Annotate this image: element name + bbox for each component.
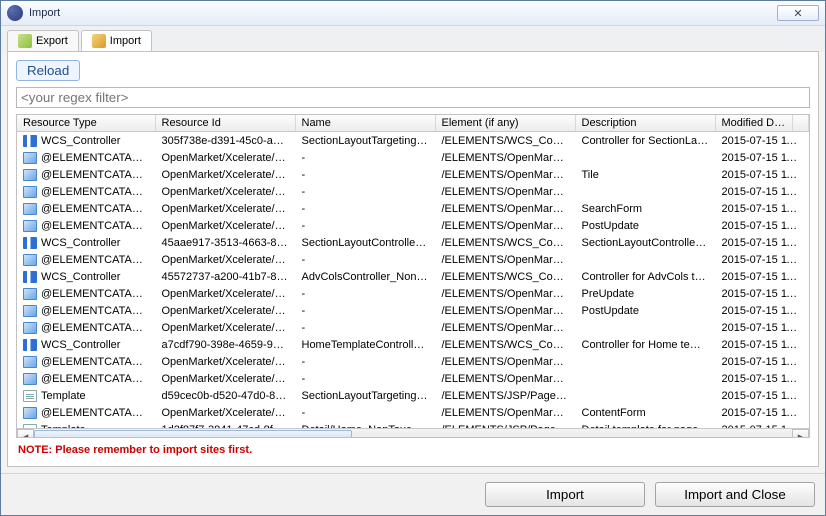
table-row[interactable]: @ELEMENTCATALOGOpenMarket/Xcelerate/Asse…: [17, 285, 809, 302]
table-row[interactable]: WCS_Controller45572737-a200-41b7-88b0-94…: [17, 268, 809, 285]
import-warning: NOTE: Please remember to import sites fi…: [16, 438, 810, 458]
table-row[interactable]: Templated59cec0b-d520-47d0-8541-f5745...…: [17, 387, 809, 404]
col-resource-id[interactable]: Resource Id: [155, 115, 295, 132]
resource-type-icon: [23, 407, 37, 419]
resource-type-icon: [23, 135, 37, 147]
table-row[interactable]: WCS_Controller45aae917-3513-4663-8270-ca…: [17, 234, 809, 251]
col-modified-date[interactable]: Modified Date▲: [715, 115, 793, 132]
scroll-track[interactable]: [34, 429, 792, 438]
resource-type-icon: [23, 373, 37, 385]
table-row[interactable]: @ELEMENTCATALOGOpenMarket/Xcelerate/Asse…: [17, 404, 809, 421]
resource-table: Resource Type Resource Id Name Element (…: [17, 115, 809, 428]
regex-filter-input[interactable]: [16, 87, 810, 108]
table-row[interactable]: @ELEMENTCATALOGOpenMarket/Xcelerate/Asse…: [17, 251, 809, 268]
col-element[interactable]: Element (if any): [435, 115, 575, 132]
tab-import-label: Import: [110, 35, 141, 47]
resource-type-icon: [23, 424, 37, 428]
table-row[interactable]: WCS_Controller305f738e-d391-45c0-a1e6-a7…: [17, 132, 809, 149]
window-title: Import: [29, 7, 777, 19]
tab-export[interactable]: Export: [7, 30, 79, 51]
export-icon: [18, 34, 32, 48]
import-button[interactable]: Import: [485, 482, 645, 507]
table-row[interactable]: Template1d2f87f7-3841-47cd-8f7b-4f9979e.…: [17, 421, 809, 428]
close-button[interactable]: ✕: [777, 5, 819, 21]
col-resource-type[interactable]: Resource Type: [17, 115, 155, 132]
tab-bar: Export Import: [1, 26, 825, 51]
resource-type-icon: [23, 169, 37, 181]
resource-type-icon: [23, 186, 37, 198]
scroll-spacer: [793, 115, 809, 132]
resource-table-wrap: Resource Type Resource Id Name Element (…: [16, 114, 810, 438]
resource-type-icon: [23, 271, 37, 283]
app-icon: [7, 5, 23, 21]
resource-table-body[interactable]: WCS_Controller305f738e-d391-45c0-a1e6-a7…: [17, 132, 809, 428]
table-row[interactable]: @ELEMENTCATALOGOpenMarket/Xcelerate/Asse…: [17, 200, 809, 217]
resource-type-icon: [23, 390, 37, 402]
tab-export-label: Export: [36, 35, 68, 47]
table-row[interactable]: @ELEMENTCATALOGOpenMarket/Xcelerate/Asse…: [17, 370, 809, 387]
resource-type-icon: [23, 254, 37, 266]
scroll-thumb[interactable]: [34, 430, 352, 438]
table-row[interactable]: @ELEMENTCATALOGOpenMarket/Xcelerate/Asse…: [17, 166, 809, 183]
resource-type-icon: [23, 339, 37, 351]
resource-type-icon: [23, 237, 37, 249]
table-row[interactable]: @ELEMENTCATALOGOpenMarket/Xcelerate/Asse…: [17, 149, 809, 166]
table-row[interactable]: WCS_Controllera7cdf790-398e-4659-9069-85…: [17, 336, 809, 353]
import-dialog: Import ✕ Export Import Reload Resource T…: [0, 0, 826, 516]
import-and-close-button[interactable]: Import and Close: [655, 482, 815, 507]
resource-type-icon: [23, 152, 37, 164]
table-row[interactable]: @ELEMENTCATALOGOpenMarket/Xcelerate/Asse…: [17, 353, 809, 370]
dialog-footer: Import Import and Close: [1, 473, 825, 515]
resource-type-icon: [23, 305, 37, 317]
resource-type-icon: [23, 322, 37, 334]
tab-import[interactable]: Import: [81, 30, 152, 51]
table-row[interactable]: @ELEMENTCATALOGOpenMarket/Xcelerate/Asse…: [17, 319, 809, 336]
scroll-left-icon[interactable]: ◂: [17, 429, 34, 438]
dialog-body: Reload Resource Type Resource Id Name El…: [7, 51, 819, 467]
resource-type-icon: [23, 356, 37, 368]
col-description[interactable]: Description: [575, 115, 715, 132]
col-name[interactable]: Name: [295, 115, 435, 132]
table-row[interactable]: @ELEMENTCATALOGOpenMarket/Xcelerate/Asse…: [17, 217, 809, 234]
titlebar[interactable]: Import ✕: [1, 1, 825, 26]
scroll-right-icon[interactable]: ▸: [792, 429, 809, 438]
resource-type-icon: [23, 220, 37, 232]
reload-button[interactable]: Reload: [16, 60, 80, 81]
resource-type-icon: [23, 288, 37, 300]
table-row[interactable]: @ELEMENTCATALOGOpenMarket/Xcelerate/Asse…: [17, 183, 809, 200]
horizontal-scrollbar[interactable]: ◂ ▸: [17, 428, 809, 438]
import-icon: [92, 34, 106, 48]
table-row[interactable]: @ELEMENTCATALOGOpenMarket/Xcelerate/Asse…: [17, 302, 809, 319]
resource-type-icon: [23, 203, 37, 215]
